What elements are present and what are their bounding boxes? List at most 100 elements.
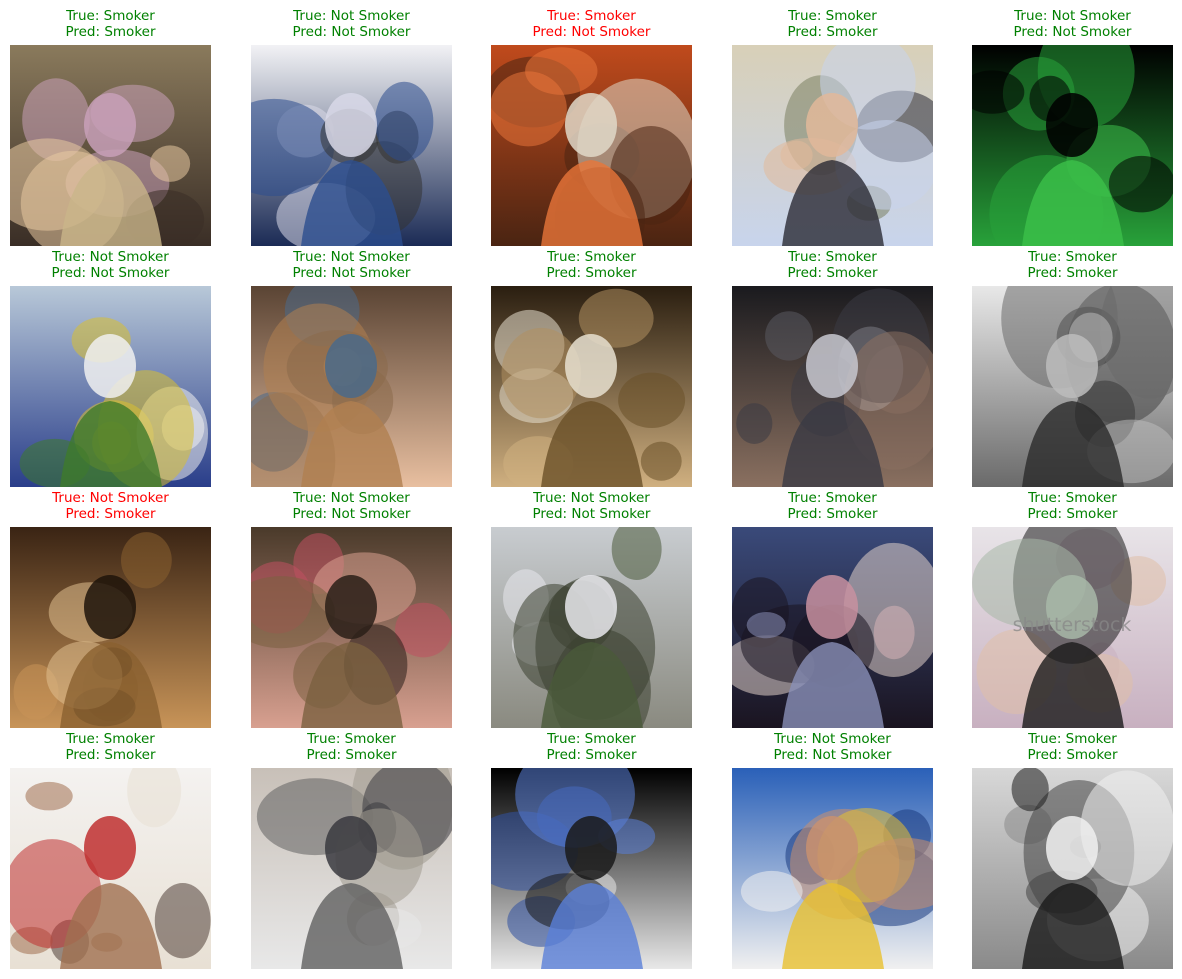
cell-caption: True: Smoker Pred: Not Smoker bbox=[471, 8, 712, 40]
grid-cell: True: Smoker Pred: Smoker bbox=[491, 731, 692, 969]
grid-cell: True: Smoker Pred: Smoker bbox=[10, 8, 211, 246]
true-label: True: Smoker bbox=[1028, 490, 1117, 506]
photo-graphic bbox=[732, 527, 933, 728]
photo-graphic bbox=[732, 286, 933, 487]
photo-boys-stadium-seats bbox=[732, 768, 933, 969]
photo-graphic bbox=[732, 45, 933, 246]
photo-man-smoking-outdoors bbox=[10, 45, 211, 246]
pred-label: Pred: Smoker bbox=[787, 506, 878, 522]
cell-caption: True: Smoker Pred: Smoker bbox=[952, 731, 1182, 763]
photo-woman-cigarette-holder: shutterstock bbox=[972, 527, 1173, 728]
cell-caption: True: Smoker Pred: Smoker bbox=[712, 490, 953, 522]
grid-cell: True: Smoker Pred: Smoker bbox=[732, 249, 933, 487]
cell-caption: True: Not Smoker Pred: Not Smoker bbox=[471, 490, 712, 522]
grid-cell: True: Smoker Pred: Smoker shutterstock bbox=[972, 490, 1173, 728]
cell-caption: True: Smoker Pred: Smoker bbox=[471, 249, 712, 281]
pred-label: Pred: Not Smoker bbox=[773, 747, 892, 763]
photo-graphic bbox=[732, 768, 933, 969]
cell-caption: True: Not Smoker Pred: Smoker bbox=[0, 490, 231, 522]
cell-caption: True: Not Smoker Pred: Not Smoker bbox=[231, 8, 472, 40]
photo-graphic: shutterstock bbox=[972, 527, 1173, 728]
cell-caption: True: Smoker Pred: Smoker bbox=[712, 249, 953, 281]
photo-makeup-artist-zombie bbox=[251, 527, 452, 728]
photo-graphic bbox=[972, 768, 1173, 969]
pred-label: Pred: Smoker bbox=[546, 747, 637, 763]
grid-cell: True: Not Smoker Pred: Smoker bbox=[10, 490, 211, 728]
photo-graphic bbox=[972, 45, 1173, 246]
photo-woman-crouching-smoking bbox=[732, 45, 933, 246]
cell-caption: True: Smoker Pred: Smoker bbox=[952, 249, 1182, 281]
pred-label: Pred: Smoker bbox=[65, 747, 156, 763]
photo-graphic bbox=[491, 768, 692, 969]
pred-label: Pred: Smoker bbox=[306, 747, 397, 763]
grid-cell: True: Not Smoker Pred: Not Smoker bbox=[251, 249, 452, 487]
pred-label: Pred: Smoker bbox=[65, 506, 156, 522]
true-label: True: Smoker bbox=[547, 249, 636, 265]
cell-caption: True: Not Smoker Pred: Not Smoker bbox=[712, 731, 953, 763]
watermark-text: shutterstock bbox=[1013, 614, 1132, 636]
photo-graphic bbox=[251, 286, 452, 487]
photo-graphic bbox=[251, 768, 452, 969]
photo-teacup-ashtray-table bbox=[491, 45, 692, 246]
photo-book-cover-video bbox=[251, 45, 452, 246]
grid-cell: True: Not Smoker Pred: Not Smoker bbox=[251, 490, 452, 728]
cell-caption: True: Not Smoker Pred: Not Smoker bbox=[231, 249, 472, 281]
pred-label: Pred: Smoker bbox=[1027, 506, 1118, 522]
prediction-grid: True: Smoker Pred: Smoker True: Not Smoker… bbox=[0, 0, 1182, 979]
photo-blue-smoke-woman bbox=[491, 768, 692, 969]
true-label: True: Not Smoker bbox=[293, 490, 410, 506]
grid-cell: True: Smoker Pred: Not Smoker bbox=[491, 8, 692, 246]
grid-cell: True: Smoker Pred: Smoker bbox=[732, 490, 933, 728]
cell-caption: True: Not Smoker Pred: Not Smoker bbox=[952, 8, 1182, 40]
true-label: True: Smoker bbox=[1028, 731, 1117, 747]
grid-cell: True: Not Smoker Pred: Not Smoker bbox=[732, 731, 933, 969]
photo-monkey-smoking-bw bbox=[972, 286, 1173, 487]
photo-green-caduceus-symbol bbox=[972, 45, 1173, 246]
photo-graphic bbox=[491, 45, 692, 246]
pred-label: Pred: Not Smoker bbox=[1013, 24, 1132, 40]
grid-cell: True: Not Smoker Pred: Not Smoker bbox=[491, 490, 692, 728]
photo-man-profile-cigarette bbox=[491, 286, 692, 487]
true-label: True: Smoker bbox=[66, 8, 155, 24]
photo-graphic bbox=[972, 286, 1173, 487]
cell-caption: True: Smoker Pred: Smoker bbox=[0, 8, 231, 40]
true-label: True: Not Smoker bbox=[52, 249, 169, 265]
photo-graphic bbox=[251, 45, 452, 246]
photo-couple-smoking-circled bbox=[10, 768, 211, 969]
photo-graphic bbox=[491, 527, 692, 728]
true-label: True: Smoker bbox=[788, 490, 877, 506]
pred-label: Pred: Smoker bbox=[65, 24, 156, 40]
cell-caption: True: Not Smoker Pred: Not Smoker bbox=[0, 249, 231, 281]
true-label: True: Smoker bbox=[547, 731, 636, 747]
grid-cell: True: Smoker Pred: Smoker bbox=[972, 731, 1173, 969]
pred-label: Pred: Smoker bbox=[1027, 747, 1118, 763]
true-label: True: Not Smoker bbox=[774, 731, 891, 747]
photo-airplane-troops-formation bbox=[491, 527, 692, 728]
cell-caption: True: Smoker Pred: Smoker bbox=[471, 731, 712, 763]
grid-cell: True: Not Smoker Pred: Not Smoker bbox=[972, 8, 1173, 246]
true-label: True: Smoker bbox=[788, 8, 877, 24]
true-label: True: Not Smoker bbox=[1014, 8, 1131, 24]
pred-label: Pred: Not Smoker bbox=[292, 506, 411, 522]
cell-caption: True: Smoker Pred: Smoker bbox=[712, 8, 953, 40]
true-label: True: Smoker bbox=[547, 8, 636, 24]
photo-group-street-night bbox=[732, 286, 933, 487]
cell-caption: True: Smoker Pred: Smoker bbox=[0, 731, 231, 763]
true-label: True: Smoker bbox=[788, 249, 877, 265]
true-label: True: Not Smoker bbox=[293, 249, 410, 265]
pred-label: Pred: Not Smoker bbox=[292, 24, 411, 40]
photo-graphic bbox=[251, 527, 452, 728]
grid-cell: True: Smoker Pred: Smoker bbox=[10, 731, 211, 969]
pred-label: Pred: Not Smoker bbox=[292, 265, 411, 281]
grid-cell: True: Not Smoker Pred: Not Smoker bbox=[251, 8, 452, 246]
grid-cell: True: Smoker Pred: Smoker bbox=[491, 249, 692, 487]
cell-caption: True: Smoker Pred: Smoker bbox=[231, 731, 472, 763]
true-label: True: Not Smoker bbox=[52, 490, 169, 506]
photo-women-smoking-bw bbox=[972, 768, 1173, 969]
true-label: True: Not Smoker bbox=[293, 8, 410, 24]
pred-label: Pred: Smoker bbox=[787, 265, 878, 281]
photo-couple-walking-street bbox=[251, 768, 452, 969]
grid-cell: True: Smoker Pred: Smoker bbox=[251, 731, 452, 969]
pred-label: Pred: Smoker bbox=[546, 265, 637, 281]
photo-graphic bbox=[10, 768, 211, 969]
